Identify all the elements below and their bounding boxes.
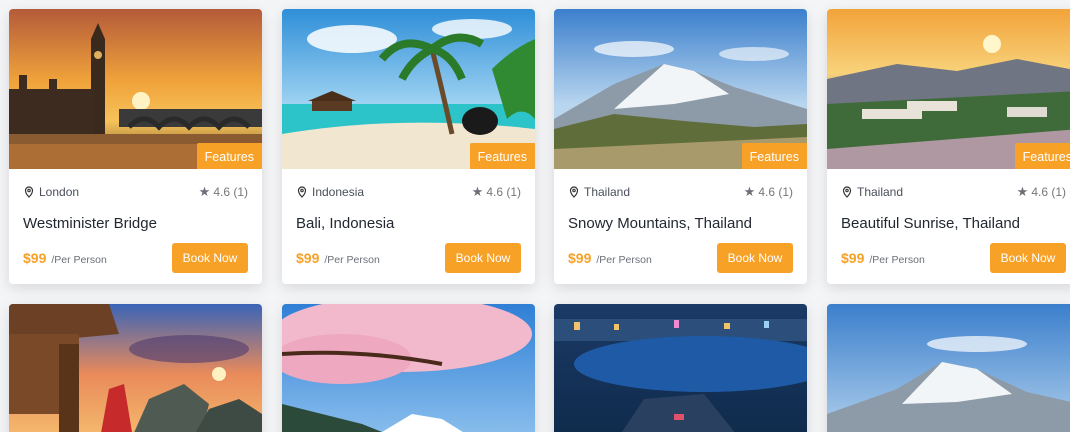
price-amount: $99 (23, 250, 47, 266)
features-badge: Features (741, 143, 807, 169)
location-label: Thailand (857, 185, 904, 199)
tour-card-cherry-blossom[interactable] (282, 304, 535, 432)
tour-card-mountains[interactable] (827, 304, 1070, 432)
star-icon: ★ (471, 184, 484, 199)
price: $99 /Per Person (841, 250, 925, 266)
tour-card-treehouse[interactable] (9, 304, 262, 432)
tour-image-mountains[interactable] (827, 304, 1070, 432)
location: London (23, 185, 79, 199)
location: Thailand (568, 185, 630, 199)
map-pin-icon (569, 186, 579, 198)
map-pin-icon (297, 186, 307, 198)
tour-image-westminster[interactable]: Features (9, 9, 262, 169)
features-badge: Features (196, 143, 262, 169)
price-unit: /Per Person (869, 254, 925, 266)
price: $99 /Per Person (568, 250, 652, 266)
rating-value: 4.6 (1) (1031, 185, 1066, 199)
tour-title[interactable]: Snowy Mountains, Thailand (554, 215, 807, 232)
location-label: Indonesia (312, 185, 365, 199)
tour-image-city-lake[interactable] (554, 304, 807, 432)
book-now-button[interactable]: Book Now (172, 243, 248, 273)
location: Indonesia (296, 185, 364, 199)
book-now-button[interactable]: Book Now (445, 243, 521, 273)
price-amount: $99 (568, 250, 592, 266)
tour-card-beautiful-sunrise[interactable]: Features Thailand ★ 4.6 (1) Beautiful Su… (827, 9, 1070, 284)
rating: ★ 4.6 (1) (744, 184, 793, 200)
price-amount: $99 (296, 250, 320, 266)
price-unit: /Per Person (596, 254, 652, 266)
tour-card-city-lake[interactable] (554, 304, 807, 432)
location-label: Thailand (584, 185, 631, 199)
book-now-button[interactable]: Book Now (990, 243, 1066, 273)
tour-image-bali[interactable]: Features (282, 9, 535, 169)
price-amount: $99 (841, 250, 865, 266)
tour-card-bali[interactable]: Features Indonesia ★ 4.6 (1) Bali, Indon… (282, 9, 535, 284)
price-unit: /Per Person (51, 254, 107, 266)
rating-value: 4.6 (1) (486, 185, 521, 199)
map-pin-icon (24, 186, 34, 198)
tour-title[interactable]: Bali, Indonesia (282, 215, 535, 232)
rating-value: 4.6 (1) (758, 185, 793, 199)
book-now-button[interactable]: Book Now (717, 243, 793, 273)
rating-value: 4.6 (1) (213, 185, 248, 199)
tour-title[interactable]: Beautiful Sunrise, Thailand (827, 215, 1070, 232)
star-icon: ★ (743, 184, 756, 199)
tour-card-snowy-mountains[interactable]: Features Thailand ★ 4.6 (1) Snowy Mounta… (554, 9, 807, 284)
price: $99 /Per Person (296, 250, 380, 266)
tour-image-cherry-blossom[interactable] (282, 304, 535, 432)
star-icon: ★ (1016, 184, 1029, 199)
tour-image-snowy-mountains[interactable]: Features (554, 9, 807, 169)
rating: ★ 4.6 (1) (199, 184, 248, 200)
tour-title[interactable]: Westminister Bridge (9, 215, 262, 232)
tour-image-beautiful-sunrise[interactable]: Features (827, 9, 1070, 169)
rating: ★ 4.6 (1) (1017, 184, 1066, 200)
price: $99 /Per Person (23, 250, 107, 266)
tour-card-grid: Features London ★ 4.6 (1) Westminister B… (0, 0, 1070, 432)
location: Thailand (841, 185, 903, 199)
location-label: London (39, 185, 80, 199)
price-unit: /Per Person (324, 254, 380, 266)
rating: ★ 4.6 (1) (472, 184, 521, 200)
features-badge: Features (469, 143, 535, 169)
map-pin-icon (842, 186, 852, 198)
star-icon: ★ (198, 184, 211, 199)
tour-image-treehouse[interactable] (9, 304, 262, 432)
tour-card-westminster[interactable]: Features London ★ 4.6 (1) Westminister B… (9, 9, 262, 284)
features-badge: Features (1014, 143, 1070, 169)
